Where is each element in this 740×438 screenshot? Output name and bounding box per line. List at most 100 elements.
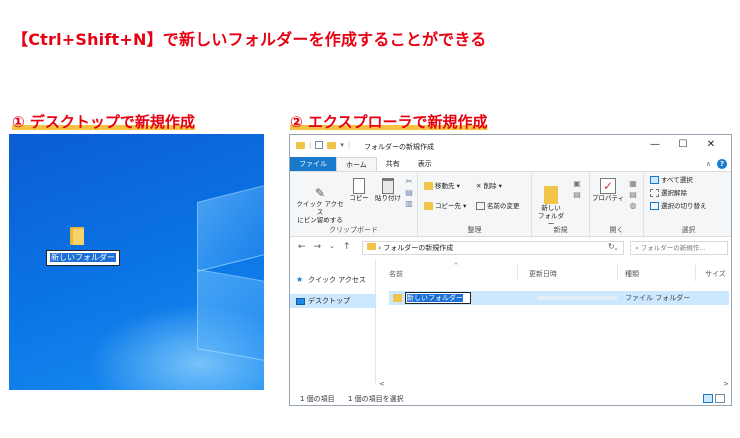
folder-icon [296, 141, 305, 149]
paste-icon [382, 178, 394, 194]
nav-item-quick-access[interactable]: ★ クイック アクセス [290, 273, 376, 287]
explorer-rename-field[interactable]: 新しいフォルダー [405, 292, 471, 304]
ribbon-group-select: すべて選択 選択解除 選択の切り替え 選択 [644, 172, 731, 238]
move-icon [424, 182, 433, 190]
status-selected-count: 1 個の項目を選択 [348, 395, 404, 403]
star-icon: ★ [296, 275, 304, 284]
status-bar: 1 個の項目 1 個の項目を選択 [290, 391, 731, 405]
scroll-right-button[interactable]: > [723, 380, 729, 388]
title-bar: | ▾ | フォルダーの新規作成 — ☐ ✕ [290, 135, 731, 157]
column-separator [517, 265, 518, 281]
minimize-button[interactable]: — [645, 139, 665, 150]
forward-button[interactable]: → [314, 242, 322, 252]
refresh-button[interactable]: ↻ [608, 242, 615, 251]
paste-label: 貼り付け [375, 194, 401, 202]
group-label-open: 開く [609, 226, 624, 234]
tab-file[interactable]: ファイル [290, 157, 336, 171]
desktop-screenshot: 新しいフォルダー [9, 134, 264, 390]
ribbon: ✎ クイック アクセス にピン留めする コピー 貼り付け ✂ ▤ ▥ クリップボード… [290, 171, 731, 238]
rename-icon [476, 202, 485, 210]
ribbon-collapse-button[interactable]: ∧ [706, 160, 711, 168]
ribbon-group-new: 新しい フォルダー ▣ ▤ 新規 [532, 172, 590, 238]
view-buttons [703, 394, 725, 403]
copy-to-label: コピー先 ▾ [435, 202, 467, 210]
tab-share[interactable]: 共有 [377, 157, 409, 171]
search-input[interactable]: ⌕ フォルダーの新規作... [630, 241, 728, 255]
ribbon-group-open: ✓ プロパティ ▦ ▤ ◍ 開く [590, 172, 644, 238]
move-to-button[interactable]: 移動先 ▾ [424, 182, 460, 190]
column-header-name[interactable]: 名前 [389, 269, 403, 279]
copy-label: コピー [349, 194, 369, 202]
explorer-rename-text: 新しいフォルダー [407, 294, 463, 302]
select-none-button[interactable]: 選択解除 [650, 189, 687, 197]
close-button[interactable]: ✕ [701, 139, 721, 150]
select-all-button[interactable]: すべて選択 [650, 176, 693, 184]
large-icons-view-button[interactable] [715, 394, 725, 403]
rename-button[interactable]: 名前の変更 [476, 202, 520, 210]
group-label-select: 選択 [681, 226, 696, 234]
delete-button[interactable]: ✕ 削除 ▾ [476, 182, 502, 190]
column-header-type[interactable]: 種類 [625, 269, 639, 279]
folder-icon [367, 243, 376, 250]
copy-to-button[interactable]: コピー先 ▾ [424, 202, 466, 210]
group-label-clipboard: クリップボード [329, 226, 378, 234]
nav-buttons: ← → ⌄ ↑ [298, 242, 351, 252]
quick-access-toolbar: | ▾ | [296, 141, 350, 149]
maximize-button[interactable]: ☐ [673, 139, 693, 150]
select-all-label: すべて選択 [661, 176, 693, 184]
properties-label: プロパティ [592, 194, 625, 202]
copy-button[interactable]: コピー [348, 178, 370, 202]
delete-label: ✕ 削除 ▾ [476, 182, 502, 190]
file-list: ^ 名前 更新日時 種類 サイズ 新しいフォルダー ファイル フォルダー [377, 259, 731, 383]
invert-selection-icon [650, 202, 659, 210]
invert-selection-button[interactable]: 選択の切り替え [650, 202, 707, 210]
section-title-desktop: ① デスクトップで新規作成 [12, 113, 195, 131]
folder-icon[interactable] [70, 227, 84, 245]
desktop-rename-text: 新しいフォルダー [50, 253, 116, 262]
properties-check-icon: ✓ [600, 178, 616, 194]
ribbon-group-clipboard: ✎ クイック アクセス にピン留めする コピー 貼り付け ✂ ▤ ▥ クリップボード [290, 172, 418, 238]
status-item-count: 1 個の項目 [300, 395, 335, 403]
scroll-left-button[interactable]: < [379, 380, 385, 388]
group-label-new: 新規 [553, 226, 568, 234]
help-icon[interactable]: ? [717, 159, 727, 169]
column-header-date[interactable]: 更新日時 [529, 269, 557, 279]
headline: 【Ctrl+Shift+N】で新しいフォルダーを作成することができる [12, 30, 487, 49]
horizontal-scrollbar[interactable]: < > [377, 380, 731, 389]
paste-button[interactable]: 貼り付け [374, 178, 402, 202]
table-row[interactable]: 新しいフォルダー ファイル フォルダー [389, 291, 729, 305]
properties-icon[interactable] [315, 141, 324, 149]
recent-locations-button[interactable]: ⌄ [329, 242, 335, 252]
column-header-size[interactable]: サイズ [705, 269, 726, 279]
section-title-explorer: ② エクスプローラで新規作成 [290, 113, 488, 131]
move-label: 移動先 ▾ [435, 182, 460, 190]
address-bar-row: ← → ⌄ ↑ › フォルダーの新規作成 ⌄ ↻ ⌕ フォルダーの新規作... [290, 239, 731, 257]
copy-icon [353, 178, 365, 194]
pin-icon: ✎ [314, 186, 326, 200]
ribbon-group-organize: 移動先 ▾ コピー先 ▾ ✕ 削除 ▾ 名前の変更 整理 [418, 172, 532, 238]
desktop-rename-field[interactable]: 新しいフォルダー [46, 250, 120, 266]
help-area: ∧ ? [706, 157, 731, 171]
qat-dropdown-icon[interactable]: ▾ [340, 141, 344, 149]
pin-quick-access-button[interactable]: ✎ クイック アクセス にピン留めする [294, 178, 346, 232]
windows-logo-pane [197, 268, 264, 364]
windows-logo-pane [197, 182, 264, 272]
open-edit-history-icons[interactable]: ▦ ▤ ◍ [626, 178, 640, 211]
window-title: フォルダーの新規作成 [364, 143, 434, 151]
properties-button[interactable]: ✓ プロパティ [592, 178, 624, 202]
back-button[interactable]: ← [298, 242, 306, 252]
new-item-icons[interactable]: ▣ ▤ [570, 178, 584, 200]
navigation-pane: ★ クイック アクセス デスクトップ [290, 259, 376, 383]
tab-view[interactable]: 表示 [409, 157, 441, 171]
details-view-button[interactable] [703, 394, 713, 403]
address-input[interactable]: › フォルダーの新規作成 ⌄ [362, 241, 624, 255]
up-button[interactable]: ↑ [343, 242, 351, 252]
cut-copy-path-icons[interactable]: ✂ ▤ ▥ [404, 176, 414, 209]
invert-selection-label: 選択の切り替え [661, 202, 707, 210]
nav-item-desktop[interactable]: デスクトップ [290, 294, 376, 308]
tab-home[interactable]: ホーム [336, 157, 377, 171]
type-cell: ファイル フォルダー [625, 294, 691, 302]
date-cell-blurred [537, 296, 617, 300]
new-folder-icon[interactable] [327, 141, 337, 149]
file-explorer-window: | ▾ | フォルダーの新規作成 — ☐ ✕ ファイル ホーム 共有 表示 ∧ … [289, 134, 732, 406]
